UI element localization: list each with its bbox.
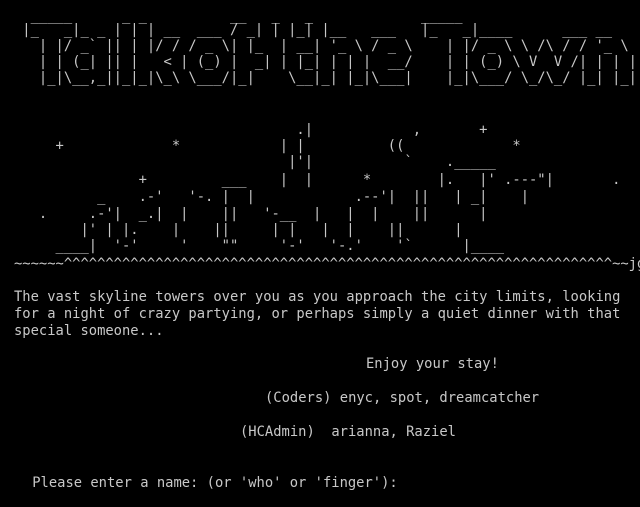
- skyline-line: |'| ` ._____: [14, 154, 496, 170]
- banner-line: |_ _|_ _ | | | __ ___ / _| | |_| |__ ___…: [14, 22, 613, 38]
- welcome-line: special someone...: [14, 323, 164, 339]
- login-prompt-text: Please enter a name: (or 'who' or 'finge…: [32, 475, 398, 491]
- skyline-line: |' | |. | || | | | | || |: [14, 222, 463, 238]
- coders-credit: (Coders) enyc, spot, dreamcatcher: [265, 390, 540, 406]
- skyline-line: ____| '-' ' "" '-' '-.' '` |____: [14, 238, 505, 254]
- skyline-line: _ .-' '-. | | .--'| || | _| |: [14, 189, 529, 205]
- text-cursor[interactable]: [398, 473, 406, 487]
- skyline-line: + * | | (( *: [14, 138, 521, 154]
- enjoy-message: Enjoy your stay!: [366, 356, 499, 372]
- terminal-screen[interactable]: _____ _ _ __ _ _ _____ |_ _|_ _ | | | __…: [0, 0, 640, 491]
- login-prompt[interactable]: Please enter a name: (or 'who' or 'finge…: [0, 457, 406, 491]
- skyline-line: . .-'| _.| | || '-__ | | | || |: [14, 206, 488, 222]
- skyline-line: + ___ | | * |. |' .---"| .: [14, 172, 621, 188]
- welcome-line: The vast skyline towers over you as you …: [14, 289, 621, 305]
- skyline-line: .| , +: [14, 122, 488, 138]
- welcome-line: for a night of crazy partying, or perhap…: [14, 306, 621, 322]
- banner-line: | |/ _` || | |/ / / _ \| |_ | __| '_ \ /…: [14, 38, 629, 54]
- skyline-waterline: ~~~~~~^^^^^^^^^^^^^^^^^^^^^^^^^^^^^^^^^^…: [14, 256, 640, 272]
- banner-line: |_|\__,_||_|_|\_\ \___/|_| \__|_| |_|\__…: [14, 70, 637, 86]
- banner-line: | | (_| || | < | (_) | _| | |_| | | | __…: [14, 54, 637, 70]
- admins-credit: (HCAdmin) arianna, Raziel: [240, 424, 456, 440]
